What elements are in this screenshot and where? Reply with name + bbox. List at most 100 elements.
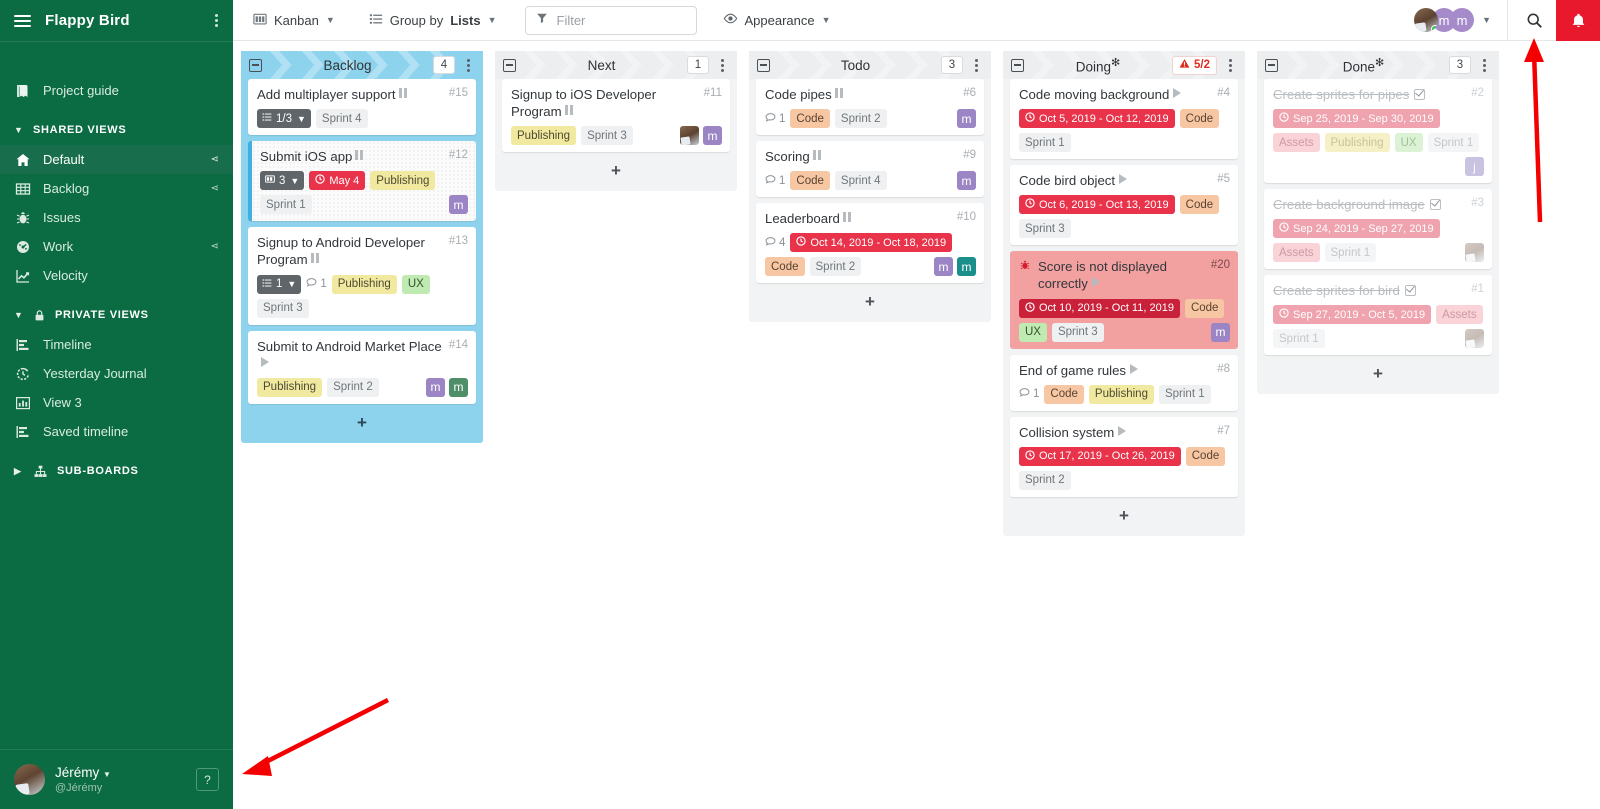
collapse-column-button[interactable]	[1265, 58, 1278, 72]
avatar[interactable]: m	[957, 171, 976, 191]
avatar[interactable]	[1465, 329, 1484, 349]
date-badge[interactable]: Oct 5, 2019 - Oct 12, 2019	[1019, 109, 1175, 129]
kanban-card[interactable]: Code pipes #6 1 Code Sprint 2 m	[756, 79, 984, 136]
add-card-button[interactable]: +	[756, 289, 984, 315]
sidebar-item-velocity[interactable]: Velocity	[0, 261, 233, 290]
assets-tag[interactable]: Assets	[1273, 133, 1320, 153]
kanban-card[interactable]: Code moving background #4 Oct 5, 2019 - …	[1010, 79, 1238, 160]
sprint-tag[interactable]: Sprint 4	[834, 171, 887, 191]
ux-tag[interactable]: UX	[1394, 133, 1423, 153]
sidebar-item-work[interactable]: Work ⋖	[0, 232, 233, 261]
sidebar-item-issues[interactable]: Issues	[0, 203, 233, 232]
wip-limit-badge[interactable]: 5/2	[1172, 55, 1217, 75]
member-avatars[interactable]: m m ▼	[1414, 8, 1497, 32]
add-card-button[interactable]: +	[1264, 361, 1492, 387]
kanban-card[interactable]: Create background image #3 Sep 24, 2019 …	[1264, 189, 1492, 270]
code-tag[interactable]: Code	[1184, 298, 1225, 318]
add-card-button[interactable]: +	[248, 410, 476, 436]
hamburger-menu-icon[interactable]	[14, 14, 31, 27]
sprint-tag[interactable]: Sprint 3	[1051, 322, 1104, 342]
sprint-tag[interactable]: Sprint 3	[257, 298, 309, 318]
sidebar-item-default[interactable]: Default ⋖	[0, 145, 233, 174]
search-input[interactable]	[556, 12, 686, 28]
ux-tag[interactable]: UX	[401, 274, 430, 294]
date-badge[interactable]: May 4	[309, 171, 366, 191]
sprint-tag[interactable]: Sprint 2	[1019, 470, 1071, 490]
view-mode-button[interactable]: Kanban ▼	[243, 6, 345, 34]
checklist-badge[interactable]: 1/3 ▼	[257, 109, 311, 129]
column-menu-button[interactable]	[1223, 58, 1237, 72]
kanban-card[interactable]: Submit iOS app #12 3 ▼ May 4 Publishing S…	[248, 141, 476, 222]
sprint-tag[interactable]: Sprint 1	[1019, 133, 1071, 153]
sidebar-item-view-3[interactable]: View 3	[0, 388, 233, 417]
sidebar-item-project-guide[interactable]: Project guide	[0, 76, 233, 105]
publishing-tag[interactable]: Publishing	[370, 171, 436, 191]
avatar[interactable]: m	[449, 377, 468, 397]
date-badge[interactable]: Sep 27, 2019 - Oct 5, 2019	[1273, 305, 1432, 325]
add-card-button[interactable]: +	[1010, 503, 1238, 529]
collapse-column-button[interactable]	[1011, 58, 1024, 72]
code-tag[interactable]: Code	[765, 257, 805, 277]
sprint-tag[interactable]: Sprint 2	[327, 377, 379, 397]
notifications-button[interactable]	[1556, 0, 1600, 41]
kanban-card[interactable]: Code bird object #5 Oct 6, 2019 - Oct 13…	[1010, 165, 1238, 246]
code-tag[interactable]: Code	[1179, 109, 1220, 129]
kanban-card[interactable]: Scoring #9 1 Code Sprint 4 m	[756, 141, 984, 198]
help-button[interactable]: ?	[196, 768, 219, 791]
publishing-tag[interactable]: Publishing	[1324, 133, 1390, 153]
sidebar-item-timeline[interactable]: Timeline	[0, 330, 233, 359]
assets-tag[interactable]: Assets	[1273, 243, 1320, 263]
publishing-tag[interactable]: Publishing	[1088, 384, 1154, 404]
kanban-card[interactable]: Signup to Android Developer Program #13 …	[248, 227, 476, 325]
sidebar-section-private-views[interactable]: ▼ PRIVATE VIEWS	[0, 300, 233, 330]
sidebar-section-sub-boards[interactable]: ▶ SUB-BOARDS	[0, 456, 233, 486]
sprint-tag[interactable]: Sprint 1	[1324, 243, 1377, 263]
avatar[interactable]: m	[957, 257, 976, 277]
kanban-card[interactable]: Score is not displayed correctly #20 Oct…	[1010, 251, 1238, 349]
avatar[interactable]	[1465, 243, 1484, 263]
sprint-tag[interactable]: Sprint 2	[834, 109, 887, 129]
column-menu-button[interactable]	[715, 58, 729, 72]
date-badge[interactable]: Sep 25, 2019 - Sep 30, 2019	[1273, 109, 1440, 129]
sprint-tag[interactable]: Sprint 1	[1427, 133, 1480, 153]
collapse-column-button[interactable]	[503, 58, 516, 72]
add-card-button[interactable]: +	[502, 158, 730, 184]
date-badge[interactable]: Sep 24, 2019 - Sep 27, 2019	[1273, 219, 1440, 239]
code-tag[interactable]: Code	[1179, 195, 1220, 215]
avatar-m2[interactable]: m	[1450, 8, 1475, 32]
avatar[interactable]: m	[1211, 322, 1230, 342]
kanban-card[interactable]: Add multiplayer support #15 1/3 ▼ Sprint …	[248, 79, 476, 136]
checklist-badge[interactable]: 1 ▼	[257, 274, 302, 294]
assets-tag[interactable]: Assets	[1436, 305, 1483, 325]
code-tag[interactable]: Code	[1185, 446, 1226, 466]
avatar[interactable]: m	[449, 195, 468, 215]
avatar[interactable]: m	[426, 377, 445, 397]
user-profile[interactable]: Jérémy ▼ @Jérémy ?	[0, 749, 233, 809]
code-tag[interactable]: Code	[790, 109, 830, 129]
date-badge[interactable]: Oct 6, 2019 - Oct 13, 2019	[1019, 195, 1175, 215]
publishing-tag[interactable]: Publishing	[511, 126, 577, 146]
kanban-card[interactable]: Submit to Android Market Place #14 Publi…	[248, 330, 476, 404]
kanban-card[interactable]: Collision system #7 Oct 17, 2019 - Oct 2…	[1010, 416, 1238, 497]
filter-container[interactable]	[524, 5, 697, 35]
code-tag[interactable]: Code	[790, 171, 830, 191]
group-by-button[interactable]: Group by Lists ▼	[359, 6, 507, 34]
column-menu-button[interactable]	[461, 58, 475, 72]
date-badge[interactable]: Oct 14, 2019 - Oct 18, 2019	[790, 233, 953, 253]
kanban-card[interactable]: Create sprites for bird #1 Sep 27, 2019 …	[1264, 275, 1492, 356]
date-badge[interactable]: Oct 17, 2019 - Oct 26, 2019	[1019, 446, 1181, 466]
avatar[interactable]	[680, 126, 699, 146]
ux-tag[interactable]: UX	[1019, 322, 1047, 342]
avatar[interactable]: m	[957, 109, 976, 129]
kanban-card[interactable]: End of game rules #8 1 Code Publishing S…	[1010, 354, 1238, 411]
sidebar-item-yesterday-journal[interactable]: Yesterday Journal	[0, 359, 233, 388]
column-menu-button[interactable]	[1477, 58, 1491, 72]
sprint-tag[interactable]: Sprint 3	[581, 126, 633, 146]
date-badge[interactable]: Oct 10, 2019 - Oct 11, 2019	[1019, 298, 1180, 318]
board-menu-icon[interactable]	[215, 14, 219, 27]
sprint-tag[interactable]: Sprint 1	[1273, 329, 1325, 349]
search-button[interactable]	[1512, 0, 1556, 41]
publishing-tag[interactable]: Publishing	[331, 274, 397, 294]
avatar[interactable]: j	[1465, 157, 1484, 177]
appearance-button[interactable]: Appearance ▼	[713, 6, 841, 34]
